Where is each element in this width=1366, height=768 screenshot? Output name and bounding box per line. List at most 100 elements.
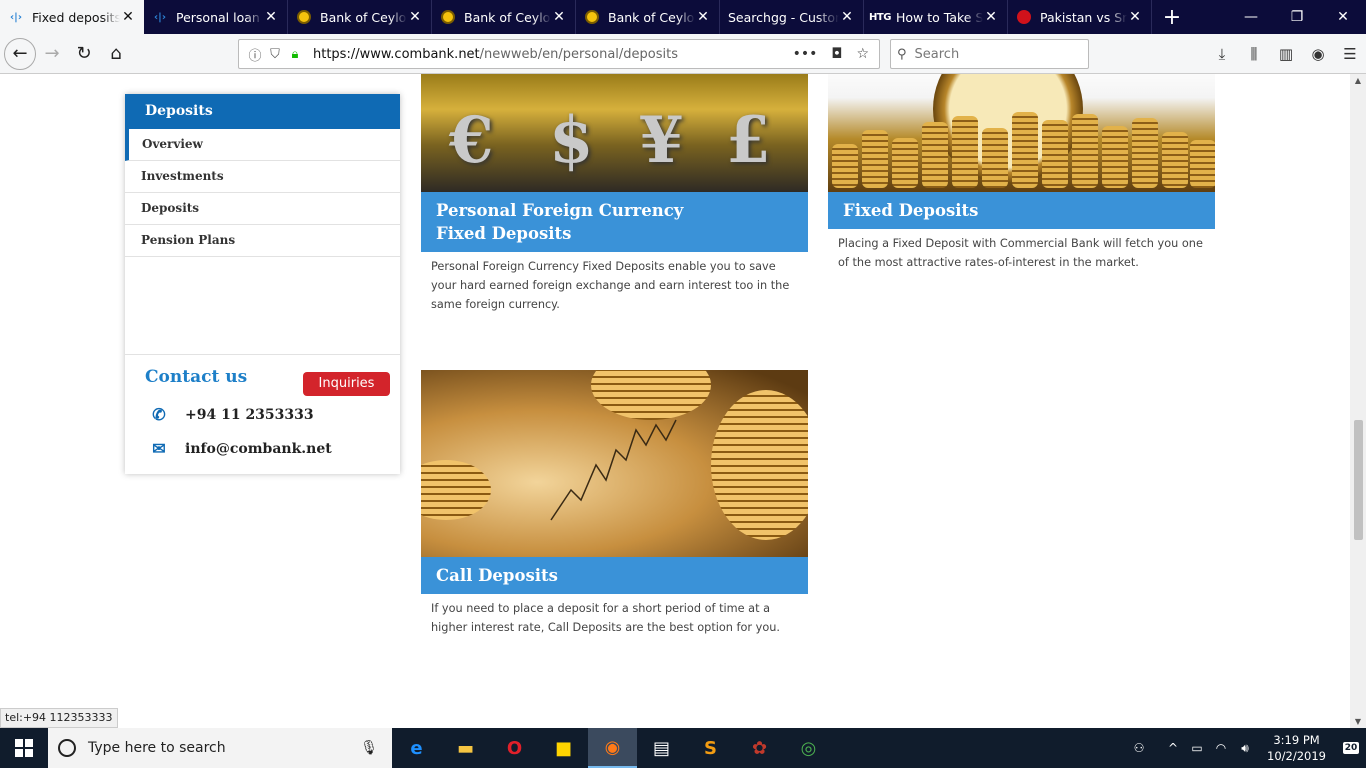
inquiries-button[interactable]: Inquiries bbox=[303, 372, 390, 396]
taskbar-search-input[interactable]: Type here to search 🎙︎ bbox=[48, 728, 392, 768]
card-title-line2[interactable]: Fixed Deposits bbox=[436, 224, 571, 243]
page-scrollbar[interactable]: ▲ ▼ bbox=[1350, 74, 1366, 728]
opera-icon[interactable]: O bbox=[490, 728, 539, 768]
chrome-icon[interactable]: ◎ bbox=[784, 728, 833, 768]
tab-bank-of-ceylon-3[interactable]: Bank of Ceylon ✕ bbox=[576, 0, 720, 34]
restore-icon[interactable]: ❐ bbox=[1274, 0, 1320, 34]
combank-favicon-icon: ‹|› bbox=[10, 11, 22, 23]
windows-start-icon[interactable] bbox=[0, 728, 48, 768]
battery-icon[interactable]: ▭ bbox=[1185, 741, 1209, 755]
forward-arrow-icon[interactable]: → bbox=[36, 38, 68, 70]
sidebar-item-overview[interactable]: Overview bbox=[125, 129, 400, 161]
card-description: Personal Foreign Currency Fixed Deposits… bbox=[431, 260, 790, 311]
search-placeholder: Search bbox=[914, 46, 960, 62]
back-arrow-icon[interactable]: ← bbox=[4, 37, 36, 70]
sidebar-item-deposits[interactable]: Deposits bbox=[125, 193, 400, 225]
windows-taskbar: Type here to search 🎙︎ e ▬ O ■ ◉ ▤ S ✿ ◎… bbox=[0, 728, 1366, 768]
search-icon: ⚲ bbox=[897, 46, 907, 62]
edge-icon[interactable]: e bbox=[392, 728, 441, 768]
close-tab-icon[interactable]: ✕ bbox=[120, 9, 136, 25]
card-title[interactable]: Personal Foreign Currency Fixed Deposits bbox=[421, 192, 808, 252]
card-title-line1[interactable]: Personal Foreign Currency bbox=[436, 201, 683, 220]
card-foreign-currency-fd[interactable]: € $ ¥ £ Personal Foreign Currency Fixed … bbox=[421, 74, 808, 319]
deposits-sidebar: Deposits Overview Investments Deposits P… bbox=[125, 94, 400, 474]
scrollbar-thumb[interactable] bbox=[1354, 420, 1363, 540]
close-tab-icon[interactable]: ✕ bbox=[551, 9, 567, 25]
tab-searchgg[interactable]: Searchgg - Customize ✕ bbox=[720, 0, 864, 34]
close-tab-icon[interactable]: ✕ bbox=[407, 9, 423, 25]
dollar-symbol: $ bbox=[549, 103, 594, 178]
scroll-down-arrow-icon[interactable]: ▼ bbox=[1353, 717, 1363, 726]
card-title[interactable]: Call Deposits bbox=[421, 557, 808, 594]
page-content: Deposits Overview Investments Deposits P… bbox=[0, 74, 1350, 728]
reload-icon[interactable]: ↻ bbox=[68, 38, 100, 70]
close-window-icon[interactable]: ✕ bbox=[1320, 0, 1366, 34]
home-icon[interactable]: ⌂ bbox=[100, 38, 132, 70]
tab-title: Searchgg - Customize bbox=[728, 9, 839, 25]
sublime-text-icon[interactable]: S bbox=[686, 728, 735, 768]
new-tab-plus-icon[interactable]: + bbox=[1152, 0, 1192, 34]
people-icon[interactable]: ⚇ bbox=[1127, 741, 1151, 755]
url-bar[interactable]: ⓘ ⛉ 🔒︎ https://www.combank.net/newweb/en… bbox=[238, 39, 880, 69]
close-tab-icon[interactable]: ✕ bbox=[263, 9, 279, 25]
taskbar-search-placeholder: Type here to search bbox=[88, 740, 226, 756]
tab-bank-of-ceylon-2[interactable]: Bank of Ceylon ✕ bbox=[432, 0, 576, 34]
wifi-icon[interactable]: ◠ bbox=[1209, 741, 1233, 755]
taskbar-clock[interactable]: 3:19 PM 10/2/2019 bbox=[1267, 732, 1326, 764]
sidebar-item-pension-plans[interactable]: Pension Plans bbox=[125, 225, 400, 257]
show-hidden-icons-chevron-icon[interactable]: ^ bbox=[1161, 741, 1185, 755]
firefox-icon[interactable]: ◉ bbox=[588, 728, 637, 768]
game-app-icon[interactable]: ✿ bbox=[735, 728, 784, 768]
stock-chart-line bbox=[550, 419, 677, 521]
close-tab-icon[interactable]: ✕ bbox=[983, 9, 999, 25]
tab-pakistan-vs-sri-lanka[interactable]: Pakistan vs Sri Lanka ✕ bbox=[1008, 0, 1152, 34]
envelope-icon: ✉ bbox=[152, 439, 166, 458]
tab-title: Bank of Ceylon bbox=[608, 9, 695, 25]
downloads-icon[interactable]: ⤓ bbox=[1206, 45, 1238, 63]
tab-title: Bank of Ceylon bbox=[320, 9, 407, 25]
tab-how-to-take-screenshot[interactable]: HTG How to Take Screenshot ✕ bbox=[864, 0, 1008, 34]
search-input[interactable]: ⚲ Search bbox=[890, 39, 1089, 69]
lock-icon[interactable]: 🔒︎ bbox=[285, 47, 305, 62]
tab-title: Bank of Ceylon bbox=[464, 9, 551, 25]
card-fixed-deposits[interactable]: Fixed Deposits Placing a Fixed Deposit w… bbox=[828, 74, 1215, 277]
email-row[interactable]: ✉ info@combank.net bbox=[149, 439, 332, 458]
microphone-icon[interactable]: 🎙︎ bbox=[360, 740, 378, 756]
card-call-deposits[interactable]: Call Deposits If you need to place a dep… bbox=[421, 370, 808, 642]
file-explorer-icon[interactable]: ▬ bbox=[441, 728, 490, 768]
menu-hamburger-icon[interactable]: ☰ bbox=[1334, 45, 1366, 63]
contact-box: Contact us Inquiries ✆ +94 11 2353333 ✉ … bbox=[125, 354, 400, 474]
scroll-up-arrow-icon[interactable]: ▲ bbox=[1353, 76, 1363, 85]
tab-bank-of-ceylon-1[interactable]: Bank of Ceylon ✕ bbox=[288, 0, 432, 34]
library-icon[interactable]: ⫼ bbox=[1238, 45, 1270, 63]
video-editor-icon[interactable]: ▤ bbox=[637, 728, 686, 768]
tab-title: Pakistan vs Sri Lanka bbox=[1040, 9, 1127, 25]
page-actions-icon[interactable]: ••• bbox=[793, 46, 818, 62]
sidebar-toggle-icon[interactable]: ▥ bbox=[1270, 45, 1302, 63]
volume-icon[interactable]: 🔊︎ bbox=[1233, 741, 1257, 756]
currency-symbols-image: € $ ¥ £ bbox=[421, 74, 808, 192]
tab-personal-loan[interactable]: ‹|› Personal loan | Commercial Bank ✕ bbox=[144, 0, 288, 34]
minimize-icon[interactable]: — bbox=[1228, 0, 1274, 34]
action-center-icon[interactable]: 20 bbox=[1336, 728, 1366, 768]
phone-icon: ✆ bbox=[152, 405, 166, 424]
combank-favicon-icon: ‹|› bbox=[154, 11, 166, 23]
phone-row[interactable]: ✆ +94 11 2353333 bbox=[149, 405, 314, 424]
sidebar-item-investments[interactable]: Investments bbox=[125, 161, 400, 193]
sticky-notes-icon[interactable]: ■ bbox=[539, 728, 588, 768]
tab-fixed-deposits[interactable]: ‹|› Fixed deposits | Commercial Bank ✕ bbox=[0, 0, 144, 34]
close-tab-icon[interactable]: ✕ bbox=[1127, 9, 1143, 25]
card-title[interactable]: Fixed Deposits bbox=[828, 192, 1215, 229]
bookmark-star-icon[interactable]: ☆ bbox=[856, 46, 869, 62]
system-tray: ⚇ ^ ▭ ◠ 🔊︎ 3:19 PM 10/2/2019 20 bbox=[1127, 728, 1366, 768]
close-tab-icon[interactable]: ✕ bbox=[695, 9, 711, 25]
tracking-shield-icon[interactable]: ⛉ bbox=[265, 47, 285, 62]
phone-number[interactable]: +94 11 2353333 bbox=[185, 407, 314, 423]
account-icon[interactable]: ◉ bbox=[1302, 45, 1334, 63]
url-text[interactable]: https://www.combank.net/newweb/en/person… bbox=[313, 47, 793, 62]
info-icon[interactable]: ⓘ bbox=[245, 45, 265, 64]
email-address[interactable]: info@combank.net bbox=[185, 441, 332, 457]
boc-favicon-icon bbox=[440, 9, 456, 25]
pocket-icon[interactable]: ◘ bbox=[831, 46, 842, 62]
close-tab-icon[interactable]: ✕ bbox=[839, 9, 855, 25]
